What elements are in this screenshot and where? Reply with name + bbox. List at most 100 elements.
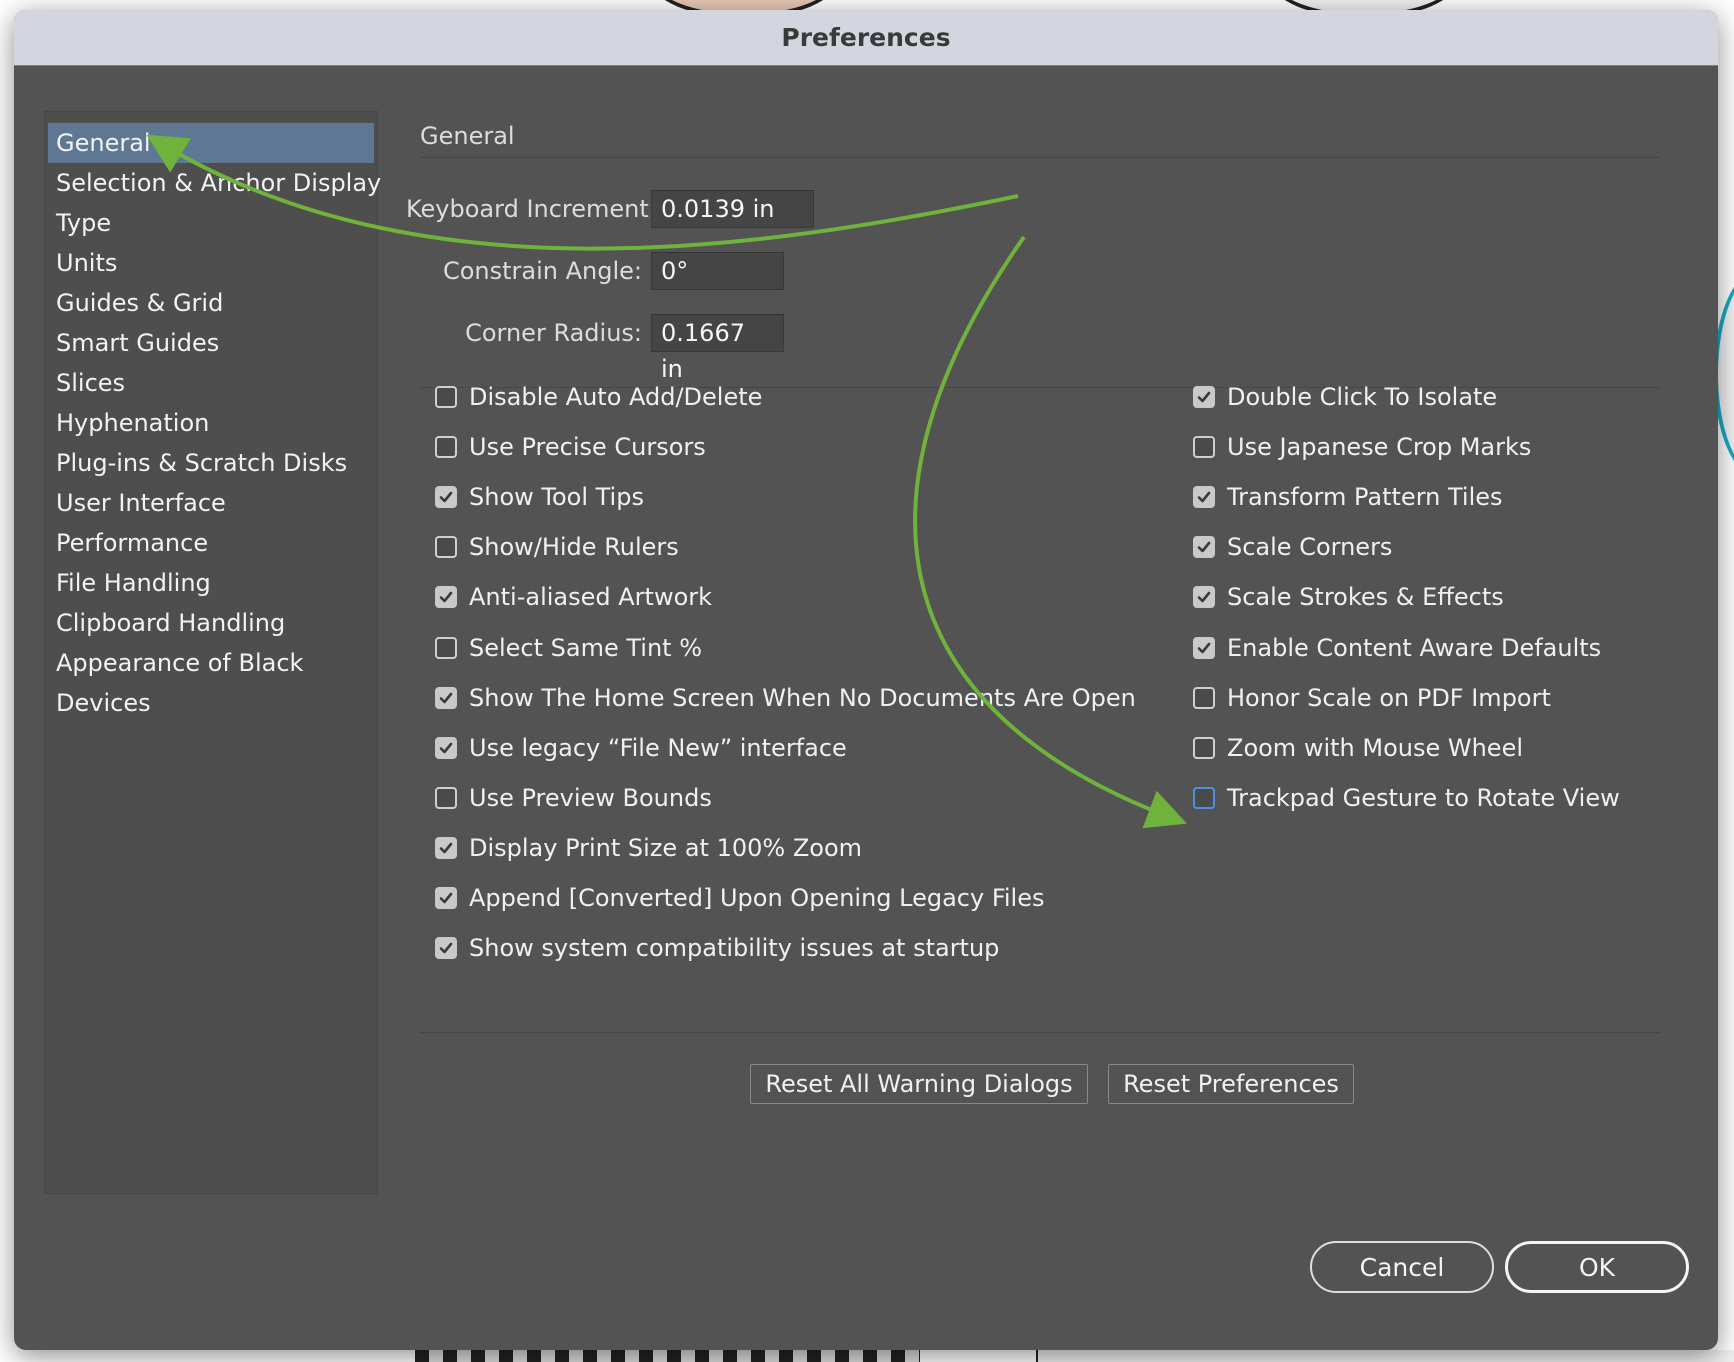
sidebar-item-plugins-scratch-disks[interactable]: Plug-ins & Scratch Disks — [45, 443, 377, 483]
option-label: Append [Converted] Upon Opening Legacy F… — [469, 884, 1045, 912]
option-scale-corners[interactable]: Scale Corners — [1193, 533, 1392, 561]
option-label: Enable Content Aware Defaults — [1227, 633, 1602, 662]
checkbox-checked[interactable] — [435, 586, 457, 609]
general-preferences-panel: General Keyboard Increment: 0.0139 in Co… — [406, 110, 1670, 1210]
sidebar-item-units[interactable]: Units — [45, 243, 377, 283]
corner-radius-row: Corner Radius: 0.1667 in — [406, 314, 784, 383]
checkbox-unchecked[interactable] — [1193, 686, 1215, 709]
sidebar-item-user-interface[interactable]: User Interface — [45, 483, 377, 523]
option-append-converted-upon-opening-legacy-files[interactable]: Append [Converted] Upon Opening Legacy F… — [435, 884, 1045, 912]
keyboard-increment-input[interactable]: 0.0139 in — [651, 190, 814, 228]
option-disable-auto-add-delete[interactable]: Disable Auto Add/Delete — [435, 383, 762, 411]
checkbox-checked[interactable] — [1193, 536, 1215, 559]
checkbox-unchecked[interactable] — [435, 436, 457, 459]
option-transform-pattern-tiles[interactable]: Transform Pattern Tiles — [1193, 483, 1503, 511]
sidebar-item-slices[interactable]: Slices — [45, 363, 377, 403]
keyboard-increment-label: Keyboard Increment: — [406, 195, 657, 223]
option-label: Use Japanese Crop Marks — [1227, 433, 1532, 462]
divider — [420, 1032, 1660, 1033]
checkbox-unchecked[interactable] — [435, 786, 457, 809]
option-label: Show/Hide Rulers — [469, 533, 679, 562]
option-anti-aliased-artwork[interactable]: Anti-aliased Artwork — [435, 583, 712, 611]
option-label: Display Print Size at 100% Zoom — [469, 833, 862, 862]
constrain-angle-input[interactable]: 0° — [651, 252, 784, 290]
option-label: Show Tool Tips — [469, 483, 644, 512]
option-label: Use Preview Bounds — [469, 783, 712, 812]
checkbox-unchecked[interactable] — [435, 386, 457, 408]
corner-radius-input[interactable]: 0.1667 in — [651, 314, 784, 383]
option-scale-strokes-effects[interactable]: Scale Strokes & Effects — [1193, 583, 1504, 611]
ok-button[interactable]: OK — [1505, 1241, 1689, 1293]
sidebar-item-hyphenation[interactable]: Hyphenation — [45, 403, 377, 443]
option-label: Use legacy “File New” interface — [469, 733, 847, 762]
checkbox-checked[interactable] — [1193, 636, 1215, 659]
checkbox-checked[interactable] — [435, 486, 457, 509]
option-use-legacy-file-new-interface[interactable]: Use legacy “File New” interface — [435, 734, 847, 762]
option-trackpad-gesture-to-rotate-view[interactable]: Trackpad Gesture to Rotate View — [1193, 784, 1620, 812]
dialog-title: Preferences — [14, 10, 1718, 66]
section-title: General — [420, 122, 515, 150]
sidebar-item-type[interactable]: Type — [45, 203, 377, 243]
sidebar-item-appearance-of-black[interactable]: Appearance of Black — [45, 643, 377, 683]
option-select-same-tint[interactable]: Select Same Tint % — [435, 634, 702, 662]
option-label: Show The Home Screen When No Documents A… — [469, 683, 1136, 712]
preferences-dialog: Preferences General Selection & Anchor D… — [14, 10, 1718, 1350]
checkbox-unchecked[interactable] — [435, 536, 457, 559]
checkbox-unchecked[interactable] — [1193, 736, 1215, 759]
option-label: Select Same Tint % — [469, 633, 703, 662]
checkbox-unchecked[interactable] — [435, 636, 457, 659]
reset-preferences-button[interactable]: Reset Preferences — [1108, 1064, 1354, 1104]
sidebar-item-devices[interactable]: Devices — [45, 683, 377, 723]
option-double-click-to-isolate[interactable]: Double Click To Isolate — [1193, 383, 1497, 411]
sidebar-item-smart-guides[interactable]: Smart Guides — [45, 323, 377, 363]
reset-warning-dialogs-button[interactable]: Reset All Warning Dialogs — [750, 1064, 1088, 1104]
option-label: Double Click To Isolate — [1227, 383, 1498, 411]
cancel-button[interactable]: Cancel — [1310, 1241, 1494, 1293]
option-label: Scale Strokes & Effects — [1227, 583, 1504, 612]
sidebar-item-guides-grid[interactable]: Guides & Grid — [45, 283, 377, 323]
option-show-the-home-screen-when-no-documents-are-open[interactable]: Show The Home Screen When No Documents A… — [435, 684, 1136, 712]
sidebar-item-selection-anchor-display[interactable]: Selection & Anchor Display — [45, 163, 381, 203]
constrain-angle-label: Constrain Angle: — [442, 257, 642, 285]
option-use-japanese-crop-marks[interactable]: Use Japanese Crop Marks — [1193, 433, 1531, 461]
sidebar-item-clipboard-handling[interactable]: Clipboard Handling — [45, 603, 377, 643]
option-label: Trackpad Gesture to Rotate View — [1227, 783, 1620, 812]
option-label: Use Precise Cursors — [469, 433, 706, 462]
option-label: Show system compatibility issues at star… — [469, 934, 1000, 963]
sidebar-item-performance[interactable]: Performance — [45, 523, 377, 563]
checkbox-checked[interactable] — [435, 937, 457, 960]
option-show-tool-tips[interactable]: Show Tool Tips — [435, 483, 644, 511]
corner-radius-label: Corner Radius: — [465, 319, 642, 347]
option-use-preview-bounds[interactable]: Use Preview Bounds — [435, 784, 712, 812]
option-honor-scale-on-pdf-import[interactable]: Honor Scale on PDF Import — [1193, 684, 1551, 712]
checkbox-checked[interactable] — [435, 887, 457, 909]
option-display-print-size-at-100-zoom[interactable]: Display Print Size at 100% Zoom — [435, 834, 862, 862]
checkbox-checked[interactable] — [1193, 386, 1215, 408]
checkbox-checked[interactable] — [1193, 586, 1215, 609]
background-artwork — [1036, 1350, 1734, 1362]
option-use-precise-cursors[interactable]: Use Precise Cursors — [435, 433, 706, 461]
checkbox-checked[interactable] — [435, 686, 457, 709]
option-label: Honor Scale on PDF Import — [1227, 683, 1551, 712]
option-label: Disable Auto Add/Delete — [469, 383, 763, 411]
background-artwork — [415, 1350, 920, 1362]
option-enable-content-aware-defaults[interactable]: Enable Content Aware Defaults — [1193, 634, 1601, 662]
checkbox-unchecked[interactable] — [1193, 436, 1215, 459]
sidebar-item-general[interactable]: General — [48, 123, 374, 163]
option-label: Transform Pattern Tiles — [1227, 483, 1503, 512]
option-label: Anti-aliased Artwork — [469, 583, 713, 612]
option-zoom-with-mouse-wheel[interactable]: Zoom with Mouse Wheel — [1193, 734, 1523, 762]
constrain-angle-row: Constrain Angle: 0° — [406, 252, 784, 290]
option-label: Zoom with Mouse Wheel — [1227, 733, 1524, 762]
checkbox-unchecked[interactable] — [1193, 786, 1215, 809]
keyboard-increment-row: Keyboard Increment: 0.0139 in — [406, 190, 814, 228]
divider — [420, 157, 1660, 158]
checkbox-checked[interactable] — [435, 836, 457, 859]
option-show-hide-rulers[interactable]: Show/Hide Rulers — [435, 533, 679, 561]
option-show-system-compatibility-issues-at-startup[interactable]: Show system compatibility issues at star… — [435, 934, 999, 962]
preferences-category-list: General Selection & Anchor Display Type … — [44, 111, 381, 1194]
sidebar-item-file-handling[interactable]: File Handling — [45, 563, 377, 603]
checkbox-checked[interactable] — [1193, 486, 1215, 509]
checkbox-checked[interactable] — [435, 736, 457, 759]
option-label: Scale Corners — [1227, 533, 1393, 562]
